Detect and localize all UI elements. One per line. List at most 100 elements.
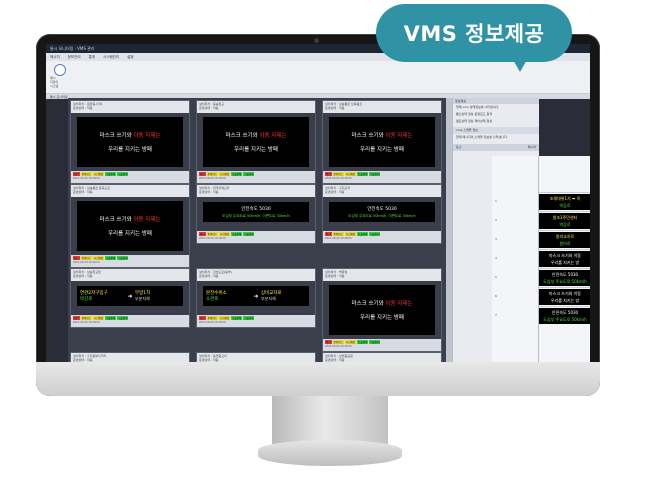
status-chip: 모듈장애 <box>369 340 381 344</box>
status-chips: 통신 운영모드 시스템상 표출장애 모듈장애 <box>73 316 187 320</box>
list-sign-line-2: 원미로 <box>559 240 571 246</box>
list-item[interactable]: 6 마스크 쓰기와 이동 우리를 지키는 방 <box>495 287 590 306</box>
status-chip: 표출장애 <box>231 316 243 320</box>
sign-line-2: 도심부 주요도로 50km/h, 이면도로 30km/h <box>222 213 290 218</box>
panel-display-area: 마스크 쓰기와 이동 자제는 우리를 지키는 방패 <box>323 281 441 339</box>
status-chip: 표출장애 <box>357 232 369 236</box>
monitor-foot <box>258 440 402 466</box>
list-sign-line-2: 우리를 지키는 방 <box>550 259 580 265</box>
sign-line-2: 도심부 주요도로 50km/h, 이면도로 30km/h <box>348 213 416 218</box>
list-sign-line-1: 안전속도 5030 <box>551 271 579 277</box>
menu-item[interactable]: 시스템관리 <box>103 55 119 60</box>
list-sign: 조례대위1치 ➡ 목 박감로 <box>539 194 590 210</box>
arrow-right-icon: ➜ <box>253 292 259 300</box>
vms-sign: 마스크 쓰기와 이동 자제는 우리를 지키는 방패 <box>77 117 183 167</box>
status-chip: 모듈장애 <box>243 232 255 236</box>
vms-sign: 마스크 쓰기와 이동 자제는 우리를 지키는 방패 <box>329 117 435 167</box>
status-chip: 모듈장애 <box>369 232 381 236</box>
sign-traffic: 부분지체 <box>261 296 276 301</box>
status-chip: 표출장애 <box>231 172 243 176</box>
list-item[interactable]: 2 원조1주민센터 박감로 <box>495 211 590 230</box>
status-chip: 표출장애 <box>105 316 117 320</box>
list-item-number: 3 <box>495 237 497 241</box>
panel-header: 설치위치 : 한남도로(동부) 운영상태 : 작동 <box>197 269 315 281</box>
side-row: vms 스케줄 정보 <box>453 127 539 134</box>
sign-line-1: 안전속도 5030 <box>367 206 397 212</box>
status-chip: 시스템상 <box>92 256 105 260</box>
menu-item[interactable]: 정보관리 <box>68 55 81 60</box>
camera-icon <box>314 38 319 43</box>
sign-line-2: 우리를 지키는 방패 <box>108 231 152 237</box>
status-chip: 모듈장애 <box>369 172 381 176</box>
vms-panel[interactable]: 설치위치 : 동송청교 운영상태 : 작동 마스크 쓰기와 이동 자제는 우리를 지키… <box>196 100 316 184</box>
status-chips: 통신 운영모드 시스템상 표출장애 모듈장애 <box>73 256 187 260</box>
app-screen: 통시 모니터링 · VMS 관리 메시지 정보관리 통계 시스템관리 설정 메시… <box>46 44 590 362</box>
panel-footer: 통신 운영모드 시스템상 표출장애 모듈장애 2021-06-29 19:26:00 <box>323 171 441 183</box>
list-item[interactable]: 3 원미교차로 원미로 <box>495 230 590 249</box>
panel-header: 설치위치 : 상송통로 동측도로 운영상태 : 작동 <box>71 185 189 197</box>
status-chip: 시스템상 <box>344 172 357 176</box>
menu-item[interactable]: 메시지 <box>50 55 60 60</box>
status-chip: 통신 <box>73 172 80 176</box>
list-item-number: 4 <box>495 256 497 260</box>
status-chip: 시스템상 <box>218 172 231 176</box>
vms-panel[interactable]: 설치위치 : 상송통로 동측도로 운영상태 : 작동마스크 쓰기와 이동 자제는우… <box>70 184 190 268</box>
panel-timestamp: 2021-06-29 19:26:00 <box>73 177 100 180</box>
status-chip: 시스템상 <box>218 316 231 320</box>
vms-panel[interactable]: 설치위치 : 상송통로 남측램프 운영상태 : 작동 마스크 쓰기와 이동 자제는 우… <box>322 100 442 184</box>
sign-line-2: 우리를 지키는 방패 <box>108 147 152 153</box>
window-title: 통시 모니터링 · VMS 관리 <box>50 45 95 51</box>
sign-line-1: 마스크 쓰기와 이동 자제는 <box>225 133 287 139</box>
panel-timestamp: 2021-06-29 19:26:00 <box>73 321 100 324</box>
panel-header: 설치위치 : 동송청교 운영상태 : 작동 <box>197 101 315 113</box>
arrow-right-icon: ➜ <box>127 292 133 300</box>
status-chip: 통신 <box>325 172 332 176</box>
vms-panel[interactable]: 설치위치 : 백화점 운영상태 : 작동 마스크 쓰기와 이동 자제는 우리를 지키는… <box>322 268 442 352</box>
status-chip: 운영모드 <box>332 172 344 176</box>
panel-header: 설치위치 : 원판등시작1 운영상태 : 작동 <box>71 101 189 113</box>
status-chip: 운영모드 <box>80 316 92 320</box>
status-chips: 통신 운영모드 시스템상 표출장애 모듈장애 <box>73 172 187 176</box>
vms-panel[interactable]: 설치위치 : 천국주택교차 운영상태 : 작동 안전속도 5030 도심부 주요도로 … <box>196 184 316 244</box>
status-chip: 운영모드 <box>206 316 218 320</box>
panel-timestamp: 2021-06-29 19:26:00 <box>199 321 226 324</box>
list-sign: 원조1주민센터 박감로 <box>539 213 590 229</box>
vms-panel[interactable]: 설치위치 : 흥지동부사거리운영상태 : 작동마스크 쓰기와 이동 자제는 <box>70 352 190 362</box>
status-chip: 시스템상 <box>344 232 357 236</box>
vms-panel[interactable]: 설치위치 : 한남도로(동부) 운영상태 : 작동본전수위소 소관로 ➜ 상비교차로 부분… <box>196 268 316 328</box>
vms-panel[interactable]: 설치위치 : 상연동공원운영상태 : 작동마스크 쓰기와 이동 자제는 <box>322 352 442 362</box>
menu-item[interactable]: 설정 <box>127 55 133 60</box>
panel-footer: 통신 운영모드 시스템상 표출장애 모듈장애 2021-06-29 19:26:00 <box>197 231 315 243</box>
list-item-number: 5 <box>495 275 497 279</box>
sign-line-1: 마스크 쓰기와 이동 자제는 <box>99 217 161 223</box>
list-sign: 안전속도 5030 도심부 주요도로 50km/h <box>539 308 590 324</box>
vms-sign: 본전수위소 소관로 ➜ 상비교차로 부분지체 <box>203 286 309 306</box>
panel-timestamp: 2021-06-29 19:26:00 <box>73 261 100 264</box>
vms-panel[interactable]: 설치위치 : 동연동교차운영상태 : 작동시청행정삼거리➜아랫장사거리 <box>196 352 316 362</box>
vms-panel[interactable]: 설치위치 : 구지교차 운영상태 : 작동 안전속도 5030 도심부 주요도로 50… <box>322 184 442 244</box>
message-manage-icon[interactable] <box>54 64 66 76</box>
panel-status: 운영상태 : 작동 <box>73 358 93 362</box>
status-chip: 운영모드 <box>206 172 218 176</box>
status-chip: 표출장애 <box>105 172 117 176</box>
list-item[interactable]: 4 마스크 쓰기와 이동 우리를 지키는 방 <box>495 249 590 268</box>
list-item-number: 2 <box>495 218 497 222</box>
list-sign-line-1: 조례대위1치 ➡ 목 <box>549 195 581 201</box>
menu-item[interactable]: 통계 <box>89 55 95 60</box>
vms-panel[interactable]: 설치위치 : 상송청교앞 운영상태 : 작동 연관2지구입구 박감로 ➜ 부방1치 부분지체… <box>70 268 190 328</box>
status-chips: 통신 운영모드 시스템상 표출장애 모듈장애 <box>325 172 439 176</box>
vms-sign: 안전속도 5030 도심부 주요도로 50km/h, 이면도로 30km/h <box>329 202 435 222</box>
side-row: 통신상태 정상 운영모드 원격 <box>456 112 492 116</box>
list-item[interactable]: 7 안전속도 5030 도심부 주요도로 50km/h <box>495 306 590 325</box>
list-item[interactable]: 1 조례대위1치 ➡ 목 박감로 <box>495 192 590 211</box>
vms-sign: 안전속도 5030 도심부 주요도로 50km/h, 이면도로 30km/h <box>203 202 309 222</box>
vms-panel[interactable]: 설치위치 : 원판등시작1 운영상태 : 작동마스크 쓰기와 이동 자제는 우리를 … <box>70 100 190 184</box>
status-chip: 표출장애 <box>231 232 243 236</box>
sign-line-1: 안전속도 5030 <box>241 206 271 212</box>
panel-display-area: 마스크 쓰기와 이동 자제는 우리를 지키는 방패 <box>71 113 189 171</box>
list-sign-line-2: 도심부 주요도로 50km/h <box>543 278 587 284</box>
list-item[interactable]: 5 안전속도 5030 도심부 주요도로 50km/h <box>495 268 590 287</box>
sign-line-2: 우리를 지키는 방패 <box>360 147 404 153</box>
vms-info-callout: VMS 정보제공 <box>376 4 572 62</box>
list-item-number: 7 <box>495 313 497 317</box>
